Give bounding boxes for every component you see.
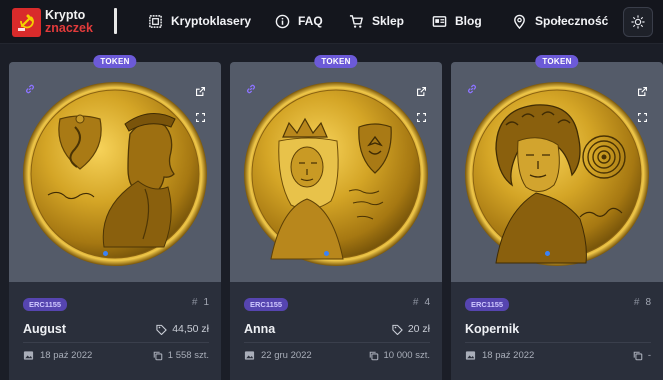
token-badge: TOKEN [535,55,579,68]
blog-icon [432,15,447,27]
coin-image-anna [244,82,428,266]
logo-divider [114,8,117,34]
card-body: ERC1155 #8 Kopernik 18 paź 2022 - [451,282,663,380]
price-value: 20 zł [407,323,430,335]
card-image-area[interactable] [451,62,663,282]
token-number-value: 4 [424,297,430,308]
release-date-value: 18 paź 2022 [482,350,535,361]
nft-card[interactable]: TOKEN ERC1155 # 8 Kopernik 18 paź 2022 - [451,55,663,380]
divider [23,342,209,343]
card-image-area[interactable] [9,62,221,282]
location-pin-icon [514,14,525,29]
copies-icon [153,351,163,360]
stamp-album-icon [149,14,162,28]
token-badge: TOKEN [93,55,137,68]
price: 20 zł [392,323,430,335]
nav-blog[interactable]: Blog [432,11,482,31]
price-tag-icon [156,324,168,335]
site-logo[interactable]: Krypto znaczek [12,6,93,38]
card-body: ERC1155 #1 August 44,50 zł 18 paź 2022 1… [9,282,221,380]
top-navbar: Krypto znaczek Kryptoklasery FAQ Sklep B… [0,0,663,44]
nav-label: Kryptoklasery [171,14,252,28]
token-number: #8 [634,297,651,308]
calendar-image-icon [465,351,476,360]
nav-label: Sklep [372,14,405,28]
card-body: ERC1155 #4 Anna 20 zł 22 gru 2022 10 000… [230,282,442,380]
release-date: 18 paź 2022 [465,350,534,361]
copies-icon [633,351,643,360]
price-tag-icon [392,324,403,335]
supply-value: 10 000 szt. [383,350,430,361]
carousel-dot[interactable] [545,251,550,256]
nft-card[interactable]: TOKEN ERC1155 #1 August 44,50 zł 18 paź … [9,55,221,380]
hash-icon: # [633,297,640,308]
token-number: #4 [413,297,430,308]
standard-badge: ERC1155 [244,298,289,311]
nav-sklep[interactable]: Sklep [349,11,404,31]
supply: 1 558 szt. [153,350,209,361]
coin-image-august [23,82,207,266]
info-icon [275,14,290,28]
nav-kryptoklasery[interactable]: Kryptoklasery [148,11,251,31]
card-image-area[interactable] [230,62,442,282]
release-date: 22 gru 2022 [244,350,312,361]
release-date-value: 18 paź 2022 [40,350,93,361]
nav-label: Społeczność [535,14,609,28]
carousel-dot[interactable] [103,251,108,256]
theme-toggle-button[interactable] [623,7,653,37]
token-name[interactable]: August [23,322,66,336]
logo-badge [12,7,41,37]
token-badge: TOKEN [314,55,358,68]
nav-spolecznosc[interactable]: Społeczność [512,11,608,31]
calendar-image-icon [23,351,34,360]
token-name[interactable]: Anna [244,322,275,336]
price: 44,50 zł [156,323,209,335]
copies-icon [369,351,378,360]
token-number: #1 [192,297,209,308]
nav-label: FAQ [298,14,323,28]
sun-icon [631,15,645,29]
cart-icon [349,14,363,28]
carousel-dot[interactable] [324,251,329,256]
hammer-sickle-icon [17,14,34,31]
supply: 10 000 szt. [369,350,430,361]
supply-value: 1 558 szt. [167,350,209,361]
divider [465,342,651,343]
token-number-value: 8 [645,297,651,308]
nft-card[interactable]: TOKEN ERC1155 # 4 Anna 20 zł 22 gru 2022… [230,55,442,380]
calendar-image-icon [244,351,255,360]
nav-label: Blog [455,14,482,28]
hash-icon: # [191,297,198,308]
divider [244,342,430,343]
release-date: 18 paź 2022 [23,350,92,361]
logo-text-line2: znaczek [45,21,93,35]
price-value: 44,50 zł [172,323,209,335]
standard-badge: ERC1155 [465,298,510,311]
token-number-value: 1 [203,297,209,308]
supply-value: - [647,350,651,361]
token-name[interactable]: Kopernik [465,322,519,336]
nav-faq[interactable]: FAQ [275,11,323,31]
release-date-value: 22 gru 2022 [261,350,312,361]
hash-icon: # [412,297,419,308]
supply: - [633,350,651,361]
coin-image-kopernik [465,82,649,266]
standard-badge: ERC1155 [23,298,68,311]
